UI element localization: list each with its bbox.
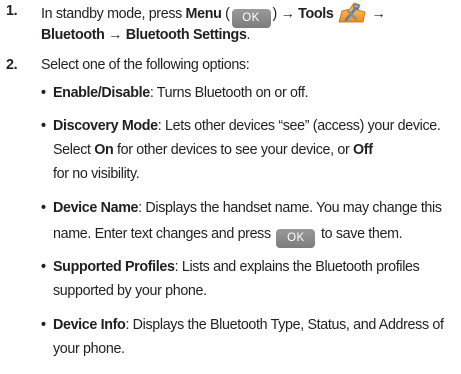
paren-close: ) [272,6,281,22]
tools-icon [336,0,368,24]
bluetooth-label: Bluetooth [41,27,105,43]
arrow-3: → [104,27,126,43]
option-description: : Displays the handset name. You may cha… [138,200,442,216]
option-description: to save them. [317,226,403,242]
arrow-2: → [371,6,386,22]
option-text-line-2: your phone. [53,341,125,357]
option-text-line-2: supported by your phone. [53,283,207,299]
option-description: : Lists and explains the Bluetooth profi… [174,259,420,275]
option-description: name. Enter text changes and press [53,226,275,242]
step-number: 1. [6,3,18,19]
option-text-line-1: Device Info: Displays the Bluetooth Type… [53,313,444,337]
option-term: Enable/Disable [53,85,150,101]
option-term: Device Name [53,200,139,216]
option-text-line-1: Device Name: Displays the handset name. … [53,196,442,220]
option-description: : Turns Bluetooth on or off. [149,85,309,101]
step-1-intro-text: In standby mode, press [41,6,186,22]
bullet: • [41,118,46,134]
option-text-line-1: Discovery Mode: Lets other devices “see”… [53,114,441,138]
bullet: • [41,200,46,216]
period: . [246,27,251,43]
step-1-line-2: Bluetooth → Bluetooth Settings. [41,24,250,47]
option-text-line-2: Select On for other devices to see your … [53,138,373,162]
option-text-line-2: name. Enter text changes and press OK to… [53,222,403,248]
option-description: : Displays the Bluetooth Type, Status, a… [125,317,444,333]
bullet: • [41,259,46,275]
option-term: Supported Profiles [53,259,175,275]
option-term: Device Info [53,317,126,333]
bullet: • [41,85,46,101]
option-text-line-1: Supported Profiles: Lists and explains t… [53,255,420,279]
bullet: • [41,317,46,333]
option-description: Select [53,142,95,158]
option-description: : Lets other devices “see” (access) your… [157,118,441,134]
tools-label: Tools [298,6,334,22]
menu-label: Menu [185,6,222,22]
arrow-1: → [280,6,299,22]
ok-key-icon: OK [276,229,316,248]
option-text: Enable/Disable: Turns Bluetooth on or of… [53,81,309,105]
option-text-line-3: for no visibility. [53,166,140,182]
option-description: for other devices to see your device, or [113,142,354,158]
on-label: On [94,142,114,158]
paren-open: ( [221,6,230,22]
step-number: 2. [6,57,18,73]
step-2-text: Select one of the following options: [41,57,250,73]
option-term: Discovery Mode [53,118,158,134]
bluetooth-settings-label: Bluetooth Settings [125,27,247,43]
off-label: Off [353,142,373,158]
